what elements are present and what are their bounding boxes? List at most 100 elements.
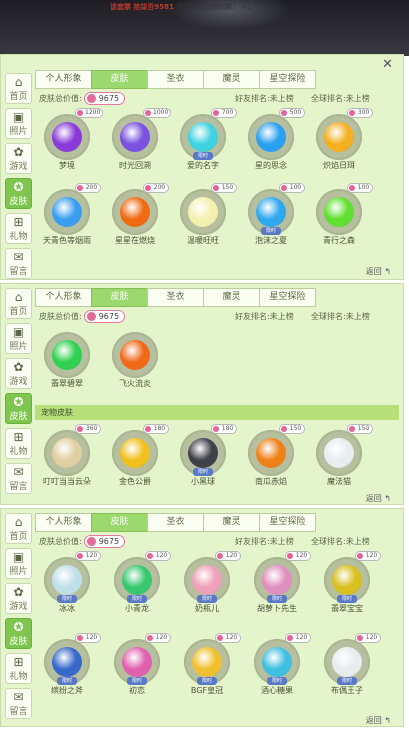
tab-1[interactable]: 皮肤 [91,288,148,307]
skin-item[interactable]: 150 温暖旺旺 [171,183,237,251]
sidebar-item-3[interactable]: ✪ 皮肤 [5,393,32,424]
sidebar-icon: ▣ [12,325,25,339]
tab-0[interactable]: 个人形象 [35,288,92,307]
skin-item[interactable]: 120 限时 冰冰 [35,551,101,619]
skin-orb-icon [188,197,218,227]
stats-row: 皮肤总价值: 9675 好友排名:未上榜 全球排名:未上榜 [35,533,399,551]
skin-icon [44,114,90,160]
skin-item[interactable]: 360 叮叮当当云朵 [35,424,101,492]
sidebar-item-label: 照片 [9,342,28,352]
sidebar-item-0[interactable]: ⌂ 首页 [5,73,32,104]
skin-item[interactable]: 100 青行之森 [307,183,373,251]
skin-label: 小青龙 [125,604,149,613]
tab-2[interactable]: 圣衣 [147,288,204,307]
limited-tag: 限时 [127,677,147,685]
skin-label: 爱的名字 [187,161,219,170]
tab-3[interactable]: 魔灵 [203,288,260,307]
sidebar-item-label: 礼物 [9,232,28,242]
sidebar-item-4[interactable]: ⊞ 礼物 [5,428,32,459]
skin-item[interactable]: 120 限时 胡萝卜先生 [245,551,311,619]
sidebar-item-1[interactable]: ▣ 照片 [5,323,32,354]
sidebar-item-0[interactable]: ⌂ 首页 [5,288,32,319]
skin-item[interactable]: 120 限时 布偶王子 [315,633,381,701]
tab-0[interactable]: 个人形象 [35,513,92,532]
tab-1[interactable]: 皮肤 [91,513,148,532]
skin-item[interactable]: 120 限时 奶瓶儿 [175,551,241,619]
tab-2[interactable]: 圣衣 [147,513,204,532]
back-button[interactable]: 返回 ↰ [366,266,391,277]
skin-icon [112,114,158,160]
price-badge: 120 [285,551,311,561]
sidebar-item-5[interactable]: ✉ 留言 [5,463,32,494]
skin-item[interactable]: 150 南瓜赤焰 [239,424,305,492]
skin-item[interactable]: 180 金色公爵 [103,424,169,492]
skin-item[interactable]: 1000 时光回溯 [103,108,172,176]
main-area: 个人形象 皮肤 圣衣 魔灵 星空探险 皮肤总价值: 9675 好友排名:未上榜 全球排名:未上榜… [35,513,399,713]
skin-label: 飞火流炎 [119,379,151,388]
skin-item[interactable]: 200 星星在燃烧 [103,183,169,251]
skin-item[interactable]: 1200 梦境 [35,108,104,176]
skin-item[interactable]: 200 天青色等烟雨 [35,183,101,251]
sidebar-item-5[interactable]: ✉ 留言 [5,248,32,279]
tab-4[interactable]: 星空探险 [259,513,316,532]
skin-item[interactable]: 飞火流炎 [103,326,167,394]
skin-label: 泡沫之夏 [255,236,287,245]
sidebar: ⌂ 首页 ▣ 照片 ✿ 游戏 ✪ 皮肤 ⊞ 礼物 ✉ 留言 [5,513,32,723]
skin-orb-icon [324,197,354,227]
sidebar-item-0[interactable]: ⌂ 首页 [5,513,32,544]
tab-0[interactable]: 个人形象 [35,70,92,89]
tab-4[interactable]: 星空探险 [259,70,316,89]
sidebar-item-4[interactable]: ⊞ 礼物 [5,653,32,684]
skin-item[interactable]: 150 魔法猫 [307,424,373,492]
tab-2[interactable]: 圣衣 [147,70,204,89]
sidebar-icon: ✪ [13,395,24,409]
skin-item[interactable]: 120 限时 BGF皇冠 [175,633,241,701]
tab-3[interactable]: 魔灵 [203,70,260,89]
sidebar-item-2[interactable]: ✿ 游戏 [5,583,32,614]
sidebar-item-2[interactable]: ✿ 游戏 [5,358,32,389]
skin-item[interactable]: 120 限时 初恋 [105,633,171,701]
tab-3[interactable]: 魔灵 [203,513,260,532]
skin-item[interactable]: 100 限时 泡沫之夏 [239,183,305,251]
sidebar-item-3[interactable]: ✪ 皮肤 [5,618,32,649]
sidebar-item-3[interactable]: ✪ 皮肤 [5,178,32,209]
tab-bar: 个人形象 皮肤 圣衣 魔灵 星空探险 [35,70,316,89]
skin-item[interactable]: 180 限时 小黑球 [171,424,237,492]
sidebar-icon: ⊞ [13,655,24,669]
sidebar-item-label: 留言 [9,707,28,717]
back-button[interactable]: 返回 ↰ [366,715,391,726]
tab-4[interactable]: 星空探险 [259,288,316,307]
sidebar-item-label: 留言 [9,267,28,277]
tab-1[interactable]: 皮肤 [91,70,148,89]
global-rank: 全球排名:未上榜 [311,312,370,321]
skin-item[interactable]: 120 限时 翡翠宝宝 [315,551,381,619]
skin-item[interactable]: 700 限时 爱的名字 [171,108,237,176]
skin-item[interactable]: 500 星的思念 [239,108,305,176]
skin-item[interactable]: 300 炽焰日珥 [307,108,373,176]
price-badge: 120 [285,633,311,643]
skin-orb-icon [52,647,82,677]
skin-item[interactable]: 120 限时 缤纷之斧 [35,633,101,701]
sidebar-item-5[interactable]: ✉ 留言 [5,688,32,719]
skin-orb-icon [52,565,82,595]
price-badge: 300 [347,108,373,118]
price-badge: 120 [75,551,101,561]
main-area: 个人形象 皮肤 圣衣 魔灵 星空探险 皮肤总价值: 9675 好友排名:未上榜 全球排名:未上榜… [35,288,399,488]
limited-tag: 限时 [197,595,217,603]
skin-orb-icon [256,197,286,227]
total-value-label: 皮肤总价值: [39,537,82,546]
skin-item[interactable]: 120 限时 酒心糖果 [245,633,311,701]
sidebar-item-1[interactable]: ▣ 照片 [5,548,32,579]
skin-item[interactable]: 翡翠碧翠 [35,326,99,394]
sidebar-item-label: 礼物 [9,447,28,457]
sidebar-item-2[interactable]: ✿ 游戏 [5,143,32,174]
sidebar-item-1[interactable]: ▣ 照片 [5,108,32,139]
skin-label: 布偶王子 [331,686,363,695]
back-button[interactable]: 返回 ↰ [366,493,391,504]
skin-item[interactable]: 120 限时 小青龙 [105,551,171,619]
skin-orb-icon [332,647,362,677]
price-badge: 120 [75,633,101,643]
sidebar-item-4[interactable]: ⊞ 礼物 [5,213,32,244]
sidebar-item-label: 首页 [9,532,28,542]
skin-icon [316,114,362,160]
